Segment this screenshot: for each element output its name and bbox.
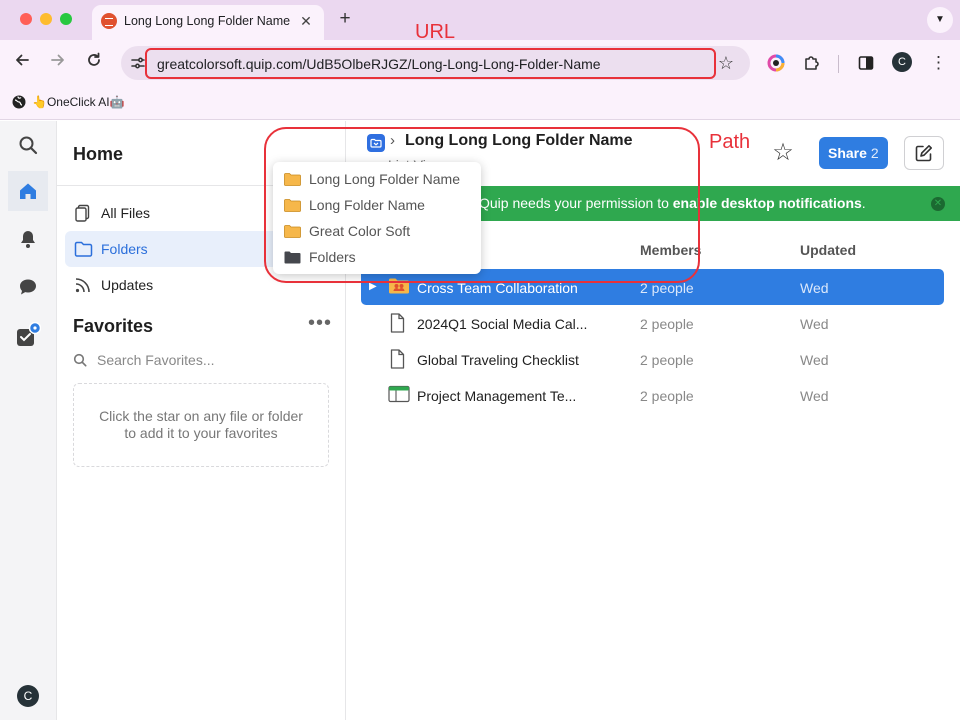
table-row[interactable]: Global Traveling Checklist 2 people Wed [361,341,944,377]
table-row[interactable]: 2024Q1 Social Media Cal... 2 people Wed [361,305,944,341]
file-members: 2 people [640,316,694,332]
path-annotation-box [264,127,700,283]
updates-icon [73,275,93,295]
favorites-title: Favorites [73,316,154,336]
extensions-puzzle-icon[interactable] [801,52,823,74]
bookmark-oneclick-ai[interactable]: 👆OneClick AI🤖 [12,92,125,112]
tasks-check-icon[interactable] [8,315,48,355]
sidebar-item-label: Updates [101,277,154,293]
favorites-empty-state: Click the star on any file or folder to … [73,383,329,467]
compose-button[interactable] [904,136,944,170]
forward-arrow-icon[interactable] [46,51,70,75]
side-panel-icon[interactable] [855,52,877,74]
new-tab-button[interactable]: + [334,8,356,30]
table-row[interactable]: Project Management Te... 2 people Wed [361,377,944,413]
document-icon [388,349,410,369]
reload-icon[interactable] [82,51,106,75]
file-name: 2024Q1 Social Media Cal... [417,316,588,332]
search-icon[interactable] [8,125,48,165]
browser-tab[interactable]: Long Long Long Folder Name ✕ [92,5,324,40]
search-icon [73,353,87,367]
spreadsheet-icon [388,385,410,405]
bookmark-star-icon[interactable]: ☆ [716,53,736,73]
notification-period: . [861,195,866,211]
nav-rail: C [0,121,57,720]
favorites-search-input[interactable]: Search Favorites... [73,349,329,371]
toolbar-divider [838,55,839,73]
path-annotation-label: Path [709,131,751,153]
bookmarks-bar: 👆OneClick AI🤖 [0,86,960,120]
back-arrow-icon[interactable] [10,51,34,75]
close-window-button[interactable] [20,13,32,25]
bookmark-label: 👆OneClick AI🤖 [32,95,125,109]
profile-avatar[interactable]: C [892,52,912,72]
home-icon[interactable] [8,171,48,211]
favorites-more-icon[interactable]: ••• [307,313,333,337]
favorites-search-placeholder: Search Favorites... [97,352,215,368]
chat-icon[interactable] [8,267,48,307]
files-icon [73,203,93,223]
user-avatar[interactable]: C [17,685,39,707]
close-icon[interactable]: ✕ [931,197,945,211]
sidebar-item-label: Folders [101,241,148,257]
sidebar-title: Home [73,144,124,164]
document-icon [388,313,410,333]
column-header-updated[interactable]: Updated [800,242,856,258]
file-members: 2 people [640,352,694,368]
browser-tab-bar: Long Long Long Folder Name ✕ + ▼ [0,0,960,40]
file-updated: Wed [800,388,829,404]
url-annotation-box [145,48,716,79]
minimize-window-button[interactable] [40,13,52,25]
folder-icon [73,239,93,259]
share-count: 2 [870,145,879,161]
browser-menu-icon[interactable]: ⋮ [930,52,947,74]
globe-icon [12,95,26,109]
file-updated: Wed [800,280,829,296]
file-updated: Wed [800,316,829,332]
tab-close-icon[interactable]: ✕ [296,11,316,31]
maximize-window-button[interactable] [60,13,72,25]
file-members: 2 people [640,388,694,404]
edit-icon [915,144,933,162]
share-button[interactable]: Share 2 [819,137,888,169]
notifications-bell-icon[interactable] [8,219,48,259]
site-settings-icon[interactable] [130,55,146,71]
share-label: Share [828,145,867,161]
file-name: Project Management Te... [417,388,577,404]
favorite-star-icon[interactable]: ☆ [771,141,795,165]
sidebar-item-label: All Files [101,205,151,221]
file-updated: Wed [800,352,829,368]
color-extension-icon[interactable] [765,52,787,74]
url-annotation-label: URL [415,21,456,43]
file-name: Global Traveling Checklist [417,352,579,368]
enable-notifications-link[interactable]: enable desktop notifications [673,195,862,211]
tab-search-chevron-icon[interactable]: ▼ [927,7,953,33]
quip-favicon-icon [101,13,117,29]
tab-title: Long Long Long Folder Name [124,14,290,28]
